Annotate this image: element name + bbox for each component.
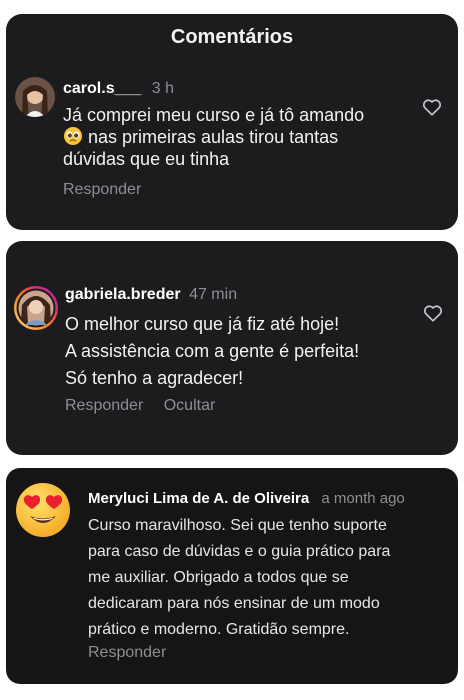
comments-panel: gabriela.breder 47 min O melhor curso qu…	[6, 241, 458, 455]
heart-outline-icon[interactable]	[421, 96, 443, 118]
panel-title: Comentários	[170, 26, 294, 48]
comment-line: A assistência com a gente é perfeita!	[65, 341, 360, 361]
comment-line: Curso maravilhoso. Sei que tenho suporte	[88, 517, 387, 534]
avatar-with-story-ring[interactable]	[13, 285, 59, 331]
comment-meta: carol.s___ 3 h	[63, 80, 174, 98]
timestamp: 3 h	[151, 80, 174, 97]
reply-button[interactable]: Responder	[88, 644, 166, 662]
heart-eyes-emoji[interactable]	[15, 482, 71, 538]
username[interactable]: gabriela.breder	[65, 286, 181, 303]
comment-line: Só tenho a agradecer!	[65, 368, 244, 388]
comment-line: me auxiliar. Obrigado a todos que se	[88, 569, 349, 586]
comment-line: dúvidas que eu tinha	[63, 149, 230, 169]
username[interactable]: Meryluci Lima de A. de Oliveira	[88, 490, 309, 507]
timestamp: a month ago	[321, 490, 405, 507]
comment-line: dedicaram para nós ensinar de um modo	[88, 595, 380, 612]
comment-line: O melhor curso que já fiz até hoje!	[65, 314, 340, 334]
username[interactable]: carol.s___	[63, 80, 141, 97]
comment-actions: Responder Ocultar	[65, 397, 215, 415]
avatar[interactable]	[15, 77, 55, 117]
comment-text: O melhor curso que já fiz até hoje! A as…	[65, 311, 359, 392]
comment-text: Já comprei meu curso e já tô amando nas …	[63, 104, 364, 170]
comment-line: Já comprei meu curso e já tô amando	[63, 105, 365, 125]
comment-text: Curso maravilhoso. Sei que tenho suporte…	[88, 513, 438, 643]
reply-button[interactable]: Responder	[63, 181, 141, 198]
pleading-face-emoji	[63, 126, 83, 146]
comments-panel: Meryluci Lima de A. de Oliveira a month …	[6, 468, 458, 684]
comment-line: para caso de dúvidas e o guia prático pa…	[88, 543, 391, 560]
timestamp: 47 min	[189, 286, 238, 303]
comment-meta: Meryluci Lima de A. de Oliveira a month …	[88, 490, 405, 507]
comment-line: nas primeiras aulas tirou tantas	[63, 126, 364, 148]
comment-line: prático e moderno. Gratidão sempre.	[88, 621, 350, 638]
heart-outline-icon[interactable]	[422, 302, 444, 324]
hide-button[interactable]: Ocultar	[164, 397, 216, 414]
reply-button[interactable]: Responder	[65, 397, 143, 414]
comments-panel: Comentários carol.s___ 3 h Já comprei me…	[6, 14, 458, 230]
comment-meta: gabriela.breder 47 min	[65, 286, 237, 304]
comment-actions: Responder	[63, 181, 141, 199]
